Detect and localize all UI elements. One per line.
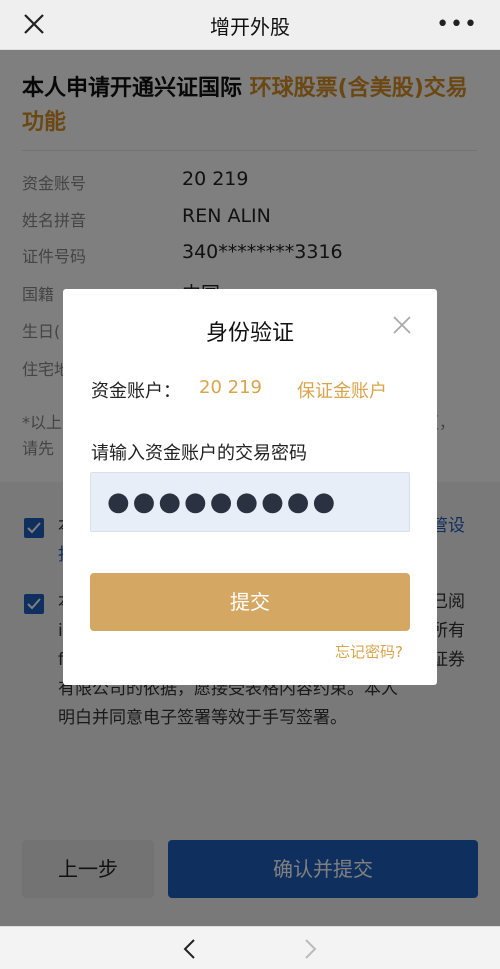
- more-icon[interactable]: •••: [436, 12, 478, 37]
- identity-verification-dialog: 身份验证 资金账户： 20 219 保证金账户 请输入资金账户的交易密码 ●●●…: [63, 289, 437, 685]
- account-type: 保证金账户: [297, 381, 387, 402]
- forgot-password-link[interactable]: 忘记密码?: [335, 641, 403, 662]
- chevron-right-icon[interactable]: [300, 937, 320, 961]
- page-title: 增开外股: [210, 15, 290, 39]
- account-label: 资金账户：: [91, 381, 181, 402]
- account-value: 20 219: [199, 377, 262, 398]
- chevron-left-icon[interactable]: [180, 937, 200, 961]
- close-icon[interactable]: [391, 314, 413, 336]
- password-mask: ●●●●●●●●●: [107, 487, 339, 517]
- app-header: 增开外股 •••: [0, 0, 500, 50]
- dialog-title: 身份验证: [205, 321, 294, 346]
- browser-nav-bar: [0, 926, 500, 969]
- password-input[interactable]: ●●●●●●●●●: [90, 472, 410, 532]
- password-prompt: 请输入资金账户的交易密码: [91, 443, 307, 464]
- submit-button[interactable]: 提交: [90, 573, 410, 631]
